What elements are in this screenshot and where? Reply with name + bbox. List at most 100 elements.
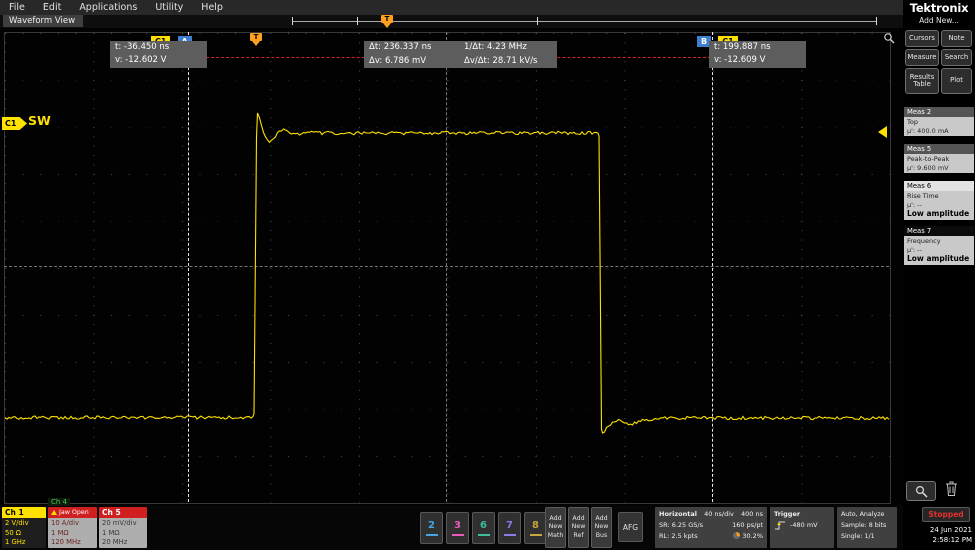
meas7-badge[interactable]: Meas 7 Frequency µ': -- Low amplitude: [904, 226, 974, 265]
measure-button[interactable]: Measure: [905, 49, 939, 66]
channel8-button[interactable]: 8: [524, 512, 547, 544]
channel1-badge[interactable]: Ch 1 2 V/div 50 Ω 1 GHz: [2, 507, 46, 548]
warning-icon: [51, 510, 57, 515]
trigger-flag-pointer: [252, 41, 260, 46]
menu-applications[interactable]: Applications: [70, 2, 146, 13]
record-position-pie: [733, 532, 741, 539]
record-end-tick: [876, 17, 877, 25]
menu-utility[interactable]: Utility: [146, 2, 192, 13]
trash-button[interactable]: [944, 480, 959, 497]
channel4-settings: 10 A/div 1 MΩ 120 MHz: [48, 518, 97, 548]
channel7-button[interactable]: 7: [498, 512, 521, 544]
channel1-name: Ch 1: [2, 507, 46, 518]
add-new-math-button[interactable]: Add New Math: [545, 507, 566, 548]
zoom-button[interactable]: [906, 481, 936, 501]
add-new-label: Add New...: [919, 16, 959, 25]
meas2-badge[interactable]: Meas 2 Top µ': 400.0 mA: [904, 107, 974, 136]
meas6-note: Low amplitude: [907, 209, 970, 218]
horizontal-scale: 40 ns/div: [704, 510, 734, 518]
channel5-settings: 20 mV/div 1 MΩ 20 MHz: [99, 518, 147, 548]
channel5-name: Ch 5: [99, 507, 147, 518]
meas5-badge[interactable]: Meas 5 Peak-to-Peak µ': 9.600 mV: [904, 144, 974, 173]
add-new-bus-button[interactable]: Add New Bus: [591, 507, 612, 548]
record-start-tick: [292, 17, 293, 25]
settings-bar: Ch 1 2 V/div 50 Ω 1 GHz Ch 4 Jaw Open 10…: [0, 498, 903, 550]
channel5-badge[interactable]: Ch 5 20 mV/div 1 MΩ 20 MHz: [99, 507, 147, 548]
cursors-button[interactable]: Cursors: [905, 30, 939, 47]
datetime: 24 Jun 2021 2:58:12 PM: [930, 526, 972, 545]
channel2-number: 2: [428, 519, 435, 531]
meas6-badge[interactable]: Meas 6 Rise Time µ': -- Low amplitude: [904, 181, 974, 220]
cursor-a-time: t: -36.450 ns: [115, 42, 170, 52]
acquisition-mode: Auto, Analyze: [841, 511, 885, 518]
cursor-b-readout[interactable]: t: 199.887 ns v: -12.609 V: [709, 41, 806, 68]
trigger-position-marker[interactable]: T: [381, 15, 393, 28]
waveform-display[interactable]: T C1 A B C1 t: -36.450 ns v: -12.602 V Δ…: [0, 28, 903, 505]
delta-voltage: Δv: 6.786 mV: [369, 55, 427, 66]
meas2-value: µ': 400.0 mA: [907, 126, 949, 135]
cursor-b-time: t: 199.887 ns: [714, 42, 771, 52]
menu-bar: File Edit Applications Utility Help: [0, 0, 903, 15]
channel4-warning-text: Jaw Open: [59, 509, 89, 516]
inverse-delta-time: 1/Δt: 4.23 MHz: [464, 42, 527, 52]
channel4-scale: 10 A/div: [51, 519, 79, 527]
acquisition-panel[interactable]: Auto, Analyze Sample: 8 bits Single: 1/1: [837, 507, 897, 548]
plot-button[interactable]: Plot: [941, 68, 972, 94]
menu-help[interactable]: Help: [192, 2, 232, 13]
menu-edit[interactable]: Edit: [34, 2, 70, 13]
add-new-ref-button[interactable]: Add New Ref: [568, 507, 589, 548]
channel4-badge[interactable]: Jaw Open 10 A/div 1 MΩ 120 MHz: [48, 507, 97, 548]
meas7-note: Low amplitude: [907, 254, 970, 263]
record-position: 30.2%: [742, 532, 763, 540]
trash-icon: [946, 481, 957, 496]
waveform-canvas[interactable]: [0, 28, 903, 505]
meas7-name: Frequency: [907, 237, 941, 245]
cursor-b-line[interactable]: [712, 32, 713, 502]
acquisition-sample: Sample: 8 bits: [841, 522, 887, 529]
channel5-impedance: 1 MΩ: [102, 528, 120, 537]
channel8-number: 8: [532, 519, 539, 531]
horizontal-window: 400 ns: [741, 510, 763, 518]
oscilloscope-app: File Edit Applications Utility Help Wave…: [0, 0, 975, 550]
trigger-panel[interactable]: Trigger -480 mV: [770, 507, 834, 548]
meas7-header: Meas 7: [904, 226, 974, 236]
channel2-button[interactable]: 2: [420, 512, 443, 544]
trigger-position-label: T: [381, 15, 393, 23]
cursor-a-line[interactable]: [188, 32, 189, 502]
channel1-settings: 2 V/div 50 Ω 1 GHz: [2, 518, 46, 548]
note-button[interactable]: Note: [941, 30, 972, 47]
meas2-header: Meas 2: [904, 107, 974, 117]
waveform-view-tab[interactable]: Waveform View: [3, 15, 84, 27]
channel1-impedance: 50 Ω: [5, 528, 22, 537]
results-table-button[interactable]: Results Table: [905, 68, 939, 94]
channel5-bandwidth: 20 MHz: [102, 538, 128, 547]
search-button[interactable]: Search: [941, 49, 972, 66]
tektronix-logo: Tektronix: [909, 1, 969, 15]
zoom-mode-icon[interactable]: [883, 32, 895, 44]
channel1-scale: 2 V/div: [5, 519, 29, 527]
channel3-button[interactable]: 3: [446, 512, 469, 544]
cursor-a-voltage: v: -12.602 V: [115, 55, 167, 65]
menu-file[interactable]: File: [0, 2, 34, 13]
channel6-button[interactable]: 6: [472, 512, 495, 544]
tab-row: Waveform View T: [0, 15, 903, 28]
time-label: 2:58:12 PM: [932, 535, 972, 544]
afg-button[interactable]: AFG: [618, 512, 643, 542]
meas2-name: Top: [907, 118, 918, 126]
window-left-bracket: [357, 17, 358, 25]
run-state-button[interactable]: Stopped: [922, 507, 970, 522]
trigger-title: Trigger: [774, 510, 801, 518]
cursor-b-voltage: v: -12.609 V: [714, 55, 766, 65]
delta-slope: Δv/Δt: 28.71 kV/s: [464, 55, 538, 66]
channel7-number: 7: [506, 519, 513, 531]
horizontal-panel[interactable]: Horizontal 40 ns/div 400 ns SR: 6.25 GS/…: [655, 507, 767, 548]
meas5-name: Peak-to-Peak: [907, 155, 950, 163]
channel6-number: 6: [480, 519, 487, 531]
trigger-time-flag[interactable]: T: [250, 33, 262, 46]
cursor-delta-readout[interactable]: Δt: 236.337 ns 1/Δt: 4.23 MHz Δv: 6.786 …: [364, 41, 557, 68]
channel3-number: 3: [454, 519, 461, 531]
cursor-a-readout[interactable]: t: -36.450 ns v: -12.602 V: [110, 41, 207, 68]
channel1-right-marker[interactable]: [878, 126, 887, 138]
trace-label: SW: [28, 113, 51, 128]
meas7-value: µ': --: [907, 245, 922, 254]
